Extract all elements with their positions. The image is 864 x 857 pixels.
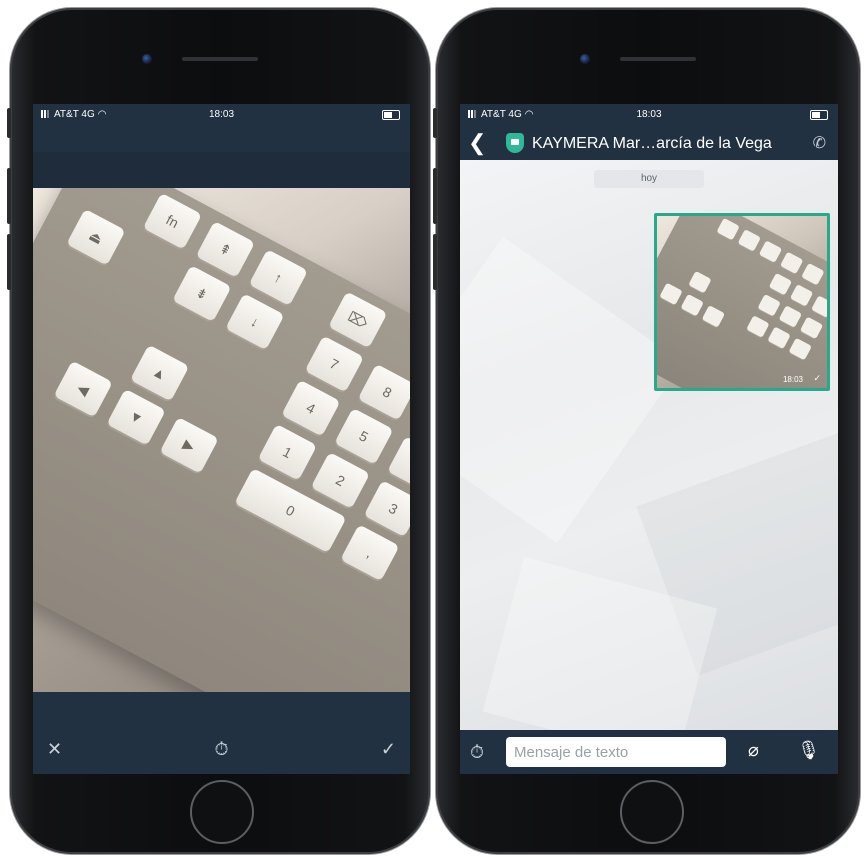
photo-key: ⌦ — [328, 291, 388, 349]
delivered-check-icon: ✓ — [813, 373, 821, 383]
image-thumbnail — [657, 216, 827, 388]
thumb-key — [737, 229, 762, 252]
date-separator: hoy — [594, 170, 704, 188]
photo-key: 4 — [281, 379, 341, 437]
paperclip-icon[interactable]: ⌀ — [748, 740, 759, 761]
thumb-key — [716, 217, 740, 241]
thumb-key — [767, 326, 791, 350]
image-message[interactable]: 18:03 ✓ — [654, 213, 830, 391]
photo-key: , — [340, 524, 400, 582]
thumb-key — [768, 272, 793, 296]
thumb-key — [746, 315, 770, 338]
thumb-key — [788, 337, 812, 361]
photo-key: ▼ — [106, 388, 166, 446]
editor-toolbar: ✕ ⏱ ✓ — [33, 692, 410, 774]
message-time: 18:03 — [782, 375, 803, 384]
volume-up-button — [433, 168, 437, 224]
status-bar: AT&T 4G ◠ 18:03 — [33, 104, 410, 126]
status-bar: AT&T 4G ◠ 18:03 — [460, 104, 838, 126]
photo-key: ↑ — [248, 249, 309, 307]
photo-key: 5 — [334, 407, 394, 465]
photo-key: ▲ — [129, 344, 190, 402]
home-button[interactable] — [620, 780, 684, 844]
timer-icon[interactable]: ⏱ — [470, 742, 484, 763]
mute-switch — [7, 108, 11, 138]
earpiece-speaker — [182, 57, 258, 61]
home-button[interactable] — [190, 780, 254, 844]
photo-key: 3 — [363, 480, 410, 538]
wallpaper-facet — [460, 236, 684, 544]
volume-down-button — [433, 234, 437, 290]
back-icon[interactable]: ❮ — [468, 130, 486, 156]
photo-preview: fn ⇞ ⇟ ↑ ↓ ▲ ◀ ▼ ▶ 7 8 4 5 6 1 2 3 0 , = — [33, 188, 410, 692]
thumb-key — [799, 316, 824, 340]
thumb-key — [811, 295, 827, 318]
thumb-key — [757, 293, 781, 317]
chat-header: ❮ KAYMERA Mar…arcía de la Vega ✆ — [460, 126, 838, 160]
thumb-key — [659, 282, 683, 306]
photo-key: ◀ — [53, 360, 113, 418]
photo-key: fn — [142, 192, 203, 250]
call-icon[interactable]: ✆ — [813, 133, 826, 153]
message-input[interactable] — [506, 737, 726, 767]
battery-icon — [810, 110, 828, 120]
photo-key: ▶ — [159, 416, 219, 474]
microphone-icon[interactable]: 🎙 — [797, 740, 820, 761]
editor-topbar — [33, 126, 410, 152]
mute-switch — [433, 108, 437, 138]
volume-down-button — [7, 234, 11, 290]
photo-key: ⏏ — [66, 208, 126, 266]
right-phone: AT&T 4G ◠ 18:03 ❮ KAYMERA Mar…arcía de la… — [433, 8, 860, 854]
thumb-key — [801, 262, 825, 286]
thumb-key — [778, 305, 803, 328]
photo-editor-screen: AT&T 4G ◠ 18:03 fn ⇞ ⇟ ↑ ↓ ▲ ◀ ▼ ▶ 7 8 4 … — [33, 104, 410, 774]
photo-key: 8 — [357, 363, 410, 421]
chat-messages[interactable]: hoy 18:03 ✓ — [460, 160, 838, 730]
status-time: 18:03 — [636, 109, 662, 120]
volume-up-button — [7, 168, 11, 224]
keyboard-photo: fn ⇞ ⇟ ↑ ↓ ▲ ◀ ▼ ▶ 7 8 4 5 6 1 2 3 0 , = — [33, 188, 410, 692]
status-time: 18:03 — [208, 109, 235, 120]
battery-icon — [382, 110, 400, 120]
timer-icon[interactable]: ⏱ — [33, 739, 410, 760]
photo-key: 1 — [257, 423, 318, 481]
photo-key: ⇟ — [172, 265, 232, 323]
thumb-key — [701, 305, 726, 328]
shield-lock-icon — [506, 133, 524, 153]
thumb-key — [758, 240, 783, 263]
thumb-key — [688, 270, 712, 294]
front-camera — [142, 54, 152, 64]
thumb-key — [789, 284, 814, 307]
photo-key: 7 — [304, 335, 365, 393]
chat-title[interactable]: KAYMERA Mar…arcía de la Vega — [532, 135, 772, 153]
check-icon[interactable]: ✓ — [381, 739, 396, 760]
photo-key: ↓ — [225, 293, 285, 351]
thumb-key — [680, 293, 704, 317]
photo-key: ⇞ — [195, 220, 256, 278]
editor-header-gap — [33, 152, 410, 188]
message-input-bar: ⏱ ⌀ 🎙 — [460, 730, 838, 774]
chat-screen: AT&T 4G ◠ 18:03 ❮ KAYMERA Mar…arcía de la… — [460, 104, 838, 774]
front-camera — [580, 54, 590, 64]
photo-key: 2 — [310, 451, 371, 509]
left-phone: AT&T 4G ◠ 18:03 fn ⇞ ⇟ ↑ ↓ ▲ ◀ ▼ ▶ 7 8 4 … — [7, 8, 430, 854]
thumb-key — [779, 251, 804, 275]
earpiece-speaker — [620, 57, 696, 61]
